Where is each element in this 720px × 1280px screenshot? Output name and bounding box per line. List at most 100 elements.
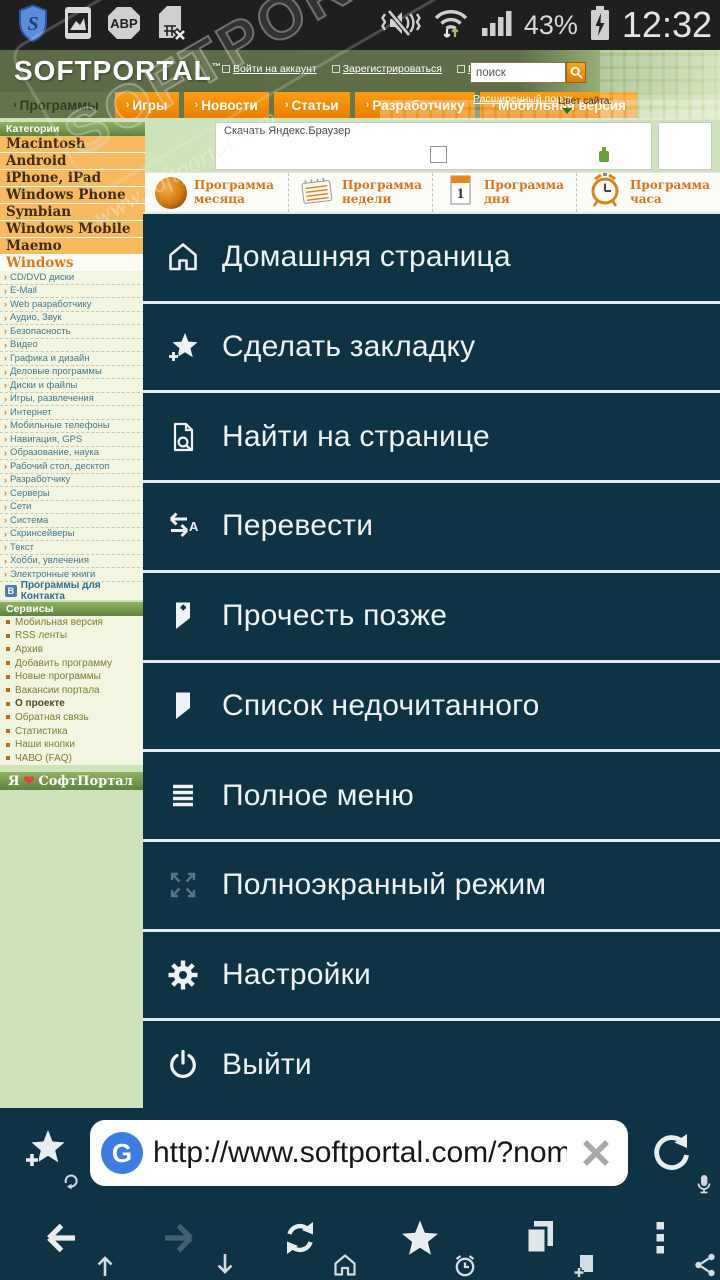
sidebar-subcategory[interactable]: › Видео: [0, 339, 145, 352]
sidebar-service-link[interactable]: О проекте: [0, 697, 145, 711]
sidebar-service-link[interactable]: Статистика: [0, 724, 145, 738]
sidebar-subcategory[interactable]: › Безопасность: [0, 325, 145, 339]
search-button[interactable]: [566, 62, 586, 83]
sidebar-category[interactable]: Symbian: [0, 204, 145, 221]
sidebar-subcategory[interactable]: › Графика и дизайн: [0, 352, 145, 366]
back-button[interactable]: [40, 1218, 80, 1258]
sidebar-subcategory[interactable]: › Деловые программы: [0, 366, 145, 379]
sidebar-subcategory[interactable]: › E-Mail: [0, 285, 145, 298]
sidebar-category[interactable]: Windows Mobile: [0, 221, 145, 238]
menu-item-full-menu[interactable]: Полное меню: [143, 752, 720, 842]
link-icon: [331, 65, 340, 73]
menu-item-bookmark[interactable]: Сделать закладку: [143, 303, 720, 394]
programs-strip: Программа месяца Программа недели 1 Прог…: [145, 172, 720, 212]
sidebar-subcategory[interactable]: › Сети: [0, 501, 145, 514]
sidebar-subcategory[interactable]: › Хобби, увлечения: [0, 555, 145, 568]
sidebar-subcategory[interactable]: › Образование, наука: [0, 447, 145, 460]
share-button[interactable]: [692, 1252, 718, 1278]
program-of-day[interactable]: 1 Программа дня: [432, 173, 576, 212]
sidebar-service-link[interactable]: RSS ленты: [0, 629, 145, 643]
ad-banner-side: [658, 122, 712, 170]
sync-mini-icon: [62, 1172, 80, 1195]
home-icon: [166, 240, 200, 274]
clear-url-icon[interactable]: [578, 1135, 614, 1176]
refresh-button[interactable]: [280, 1218, 320, 1258]
site-color-checkbox[interactable]: [430, 146, 447, 163]
nav-tab[interactable]: › Новости: [183, 92, 269, 118]
sidebar-service-link[interactable]: Обратная связь: [0, 711, 145, 725]
adblock-icon: ABP: [106, 5, 142, 46]
arrow-bullet-icon: ›: [4, 474, 7, 485]
microphone-icon[interactable]: [694, 1174, 714, 1201]
add-tab-button[interactable]: [572, 1252, 598, 1278]
reload-icon[interactable]: [648, 1128, 696, 1181]
sidebar-subcategory[interactable]: › Рабочий стол, десктоп: [0, 460, 145, 474]
color-dropdown-icon[interactable]: [562, 108, 572, 114]
nav-tab[interactable]: › Разработчику: [354, 92, 476, 118]
site-badge-icon: [598, 147, 610, 168]
header-link[interactable]: Зарегистрироваться: [331, 63, 442, 75]
arrow-bullet-icon: ›: [4, 299, 7, 310]
sidebar-service-link[interactable]: ЧАВО (FAQ): [0, 751, 145, 765]
scroll-top-button[interactable]: [92, 1252, 118, 1278]
sidebar-subcategory[interactable]: › Система: [0, 514, 145, 528]
sidebar-category[interactable]: iPhone, iPad: [0, 170, 145, 187]
menu-item-settings[interactable]: Настройки: [143, 931, 720, 1022]
menu-item-reading-list[interactable]: Список недочитанного: [143, 662, 720, 753]
nav-tab[interactable]: › Статьи: [273, 92, 350, 118]
program-of-hour[interactable]: Программа часа: [576, 173, 720, 212]
menu-item-home[interactable]: Домашняя страница: [143, 214, 720, 304]
program-of-month[interactable]: Программа месяца: [145, 173, 288, 212]
header-link[interactable]: Войти на аккаунт: [222, 63, 317, 75]
sidebar-category[interactable]: Android: [0, 153, 145, 170]
sidebar-subcategory[interactable]: › Игры, развлечения: [0, 393, 145, 406]
vk-programs-link[interactable]: В Программы для Контакта: [0, 580, 145, 602]
sidebar-subcategory[interactable]: › Серверы: [0, 487, 145, 501]
sidebar-subcategory[interactable]: › Текст: [0, 541, 145, 555]
nav-tab[interactable]: › Программы: [2, 92, 110, 118]
sidebar-subcategory[interactable]: › Интернет: [0, 406, 145, 420]
menu-item-find-on-page[interactable]: Найти на странице: [143, 393, 720, 484]
program-of-week[interactable]: Программа недели: [288, 173, 432, 212]
sidebar-service-link[interactable]: Наши кнопки: [0, 738, 145, 752]
tabs-button[interactable]: [520, 1218, 560, 1258]
sidebar: Категории Macintosh Android iPhone, iPad…: [0, 122, 145, 791]
sidebar-service-link[interactable]: Архив: [0, 643, 145, 657]
sidebar-service-link[interactable]: Новые программы: [0, 670, 145, 684]
overflow-menu-button[interactable]: [640, 1218, 680, 1258]
add-bookmark-star-icon[interactable]: [22, 1126, 68, 1177]
sidebar-category-active[interactable]: Windows: [0, 255, 145, 271]
history-alarm-button[interactable]: [452, 1252, 478, 1278]
sidebar-category[interactable]: Maemo: [0, 238, 145, 255]
sidebar-category[interactable]: Windows Phone: [0, 187, 145, 204]
menu-item-read-later[interactable]: Прочесть позже: [143, 572, 720, 663]
sidebar-subcategory[interactable]: › Разработчику: [0, 474, 145, 487]
sidebar-subcategory[interactable]: › Диски и файлы: [0, 379, 145, 393]
sidebar-subcategory[interactable]: › Web разработчику: [0, 298, 145, 312]
arrow-bullet-icon: ›: [4, 366, 7, 377]
sidebar-subcategory[interactable]: › Аудио, Звук: [0, 312, 145, 325]
url-field[interactable]: G http://www.softportal.com/?nomob: [90, 1120, 628, 1186]
sidebar-service-link[interactable]: Добавить программу: [0, 656, 145, 670]
home-button[interactable]: [332, 1252, 358, 1278]
sidebar-subcategory[interactable]: › Навигация, GPS: [0, 433, 145, 447]
menu-item-translate[interactable]: A Перевести: [143, 483, 720, 573]
sidebar-subcategory[interactable]: › Скринсейверы: [0, 528, 145, 541]
site-logo[interactable]: SOFTPORTAL™: [14, 55, 222, 87]
nav-tab[interactable]: › Игры: [114, 92, 179, 118]
search-input[interactable]: [470, 62, 566, 83]
sidebar-subcategory[interactable]: › CD/DVD диски: [0, 271, 145, 285]
forward-button[interactable]: [160, 1218, 200, 1258]
services-title: Сервисы: [0, 601, 145, 616]
arrow-bullet-icon: ›: [4, 461, 7, 472]
bookmarks-button[interactable]: [400, 1218, 440, 1258]
arrow-bullet-icon: ›: [4, 312, 7, 323]
sidebar-category[interactable]: Macintosh: [0, 136, 145, 153]
sidebar-service-link[interactable]: Мобильная версия: [0, 616, 145, 630]
menu-item-fullscreen[interactable]: Полноэкранный режим: [143, 841, 720, 932]
menu-item-exit[interactable]: Выйти: [143, 1021, 720, 1109]
sidebar-service-link[interactable]: Вакансии портала: [0, 683, 145, 697]
softportal-love-badge[interactable]: Я ❤ СофтПортал: [0, 772, 145, 791]
sidebar-subcategory[interactable]: › Мобильные телефоны: [0, 420, 145, 433]
scroll-bottom-button[interactable]: [212, 1252, 238, 1278]
